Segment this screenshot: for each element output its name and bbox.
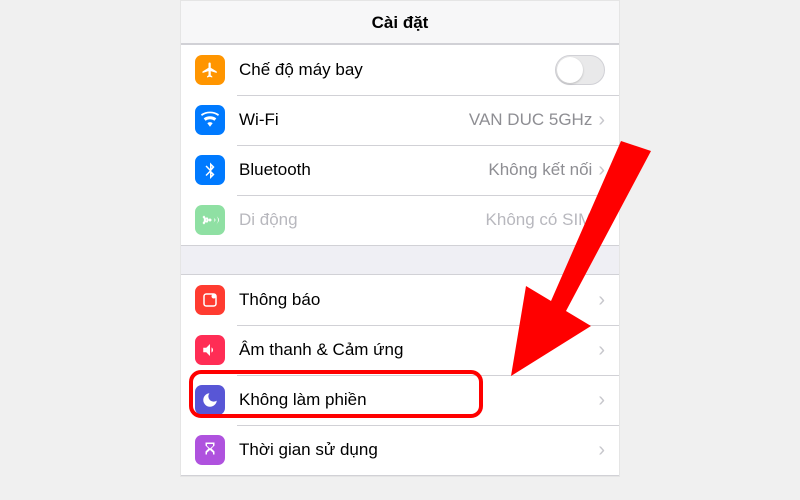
row-detail: VAN DUC 5GHz bbox=[469, 110, 592, 130]
settings-screen: Cài đặt Chế độ máy bay Wi-Fi VAN DUC 5GH… bbox=[180, 0, 620, 477]
notifications-icon bbox=[195, 285, 225, 315]
row-detail: Không kết nối bbox=[488, 160, 592, 180]
row-label: Không làm phiền bbox=[239, 390, 598, 410]
row-label: Wi-Fi bbox=[239, 110, 469, 130]
chevron-right-icon: › bbox=[598, 440, 605, 460]
row-sounds[interactable]: Âm thanh & Cảm ứng › bbox=[181, 325, 619, 375]
cellular-icon bbox=[195, 205, 225, 235]
row-cellular[interactable]: Di động Không có SIM › bbox=[181, 195, 619, 245]
chevron-right-icon: › bbox=[598, 160, 605, 180]
chevron-right-icon: › bbox=[598, 290, 605, 310]
bluetooth-icon bbox=[195, 155, 225, 185]
moon-icon bbox=[195, 385, 225, 415]
row-label: Chế độ máy bay bbox=[239, 60, 555, 80]
settings-group-general: Thông báo › Âm thanh & Cảm ứng › Không l… bbox=[181, 274, 619, 476]
sounds-icon bbox=[195, 335, 225, 365]
chevron-right-icon: › bbox=[598, 390, 605, 410]
row-airplane-mode[interactable]: Chế độ máy bay bbox=[181, 45, 619, 95]
row-do-not-disturb[interactable]: Không làm phiền › bbox=[181, 375, 619, 425]
row-notifications[interactable]: Thông báo › bbox=[181, 275, 619, 325]
settings-group-connectivity: Chế độ máy bay Wi-Fi VAN DUC 5GHz › Blue… bbox=[181, 44, 619, 246]
row-wifi[interactable]: Wi-Fi VAN DUC 5GHz › bbox=[181, 95, 619, 145]
row-label: Thời gian sử dụng bbox=[239, 440, 598, 460]
page-title: Cài đặt bbox=[181, 1, 619, 44]
hourglass-icon bbox=[195, 435, 225, 465]
row-detail: Không có SIM bbox=[486, 210, 593, 230]
wifi-icon bbox=[195, 105, 225, 135]
row-label: Bluetooth bbox=[239, 160, 488, 180]
airplane-toggle[interactable] bbox=[555, 55, 605, 85]
row-label: Di động bbox=[239, 210, 486, 230]
row-label: Thông báo bbox=[239, 290, 598, 310]
row-label: Âm thanh & Cảm ứng bbox=[239, 340, 598, 360]
chevron-right-icon: › bbox=[598, 110, 605, 130]
chevron-right-icon: › bbox=[598, 210, 605, 230]
chevron-right-icon: › bbox=[598, 340, 605, 360]
row-bluetooth[interactable]: Bluetooth Không kết nối › bbox=[181, 145, 619, 195]
airplane-icon bbox=[195, 55, 225, 85]
row-screen-time[interactable]: Thời gian sử dụng › bbox=[181, 425, 619, 475]
